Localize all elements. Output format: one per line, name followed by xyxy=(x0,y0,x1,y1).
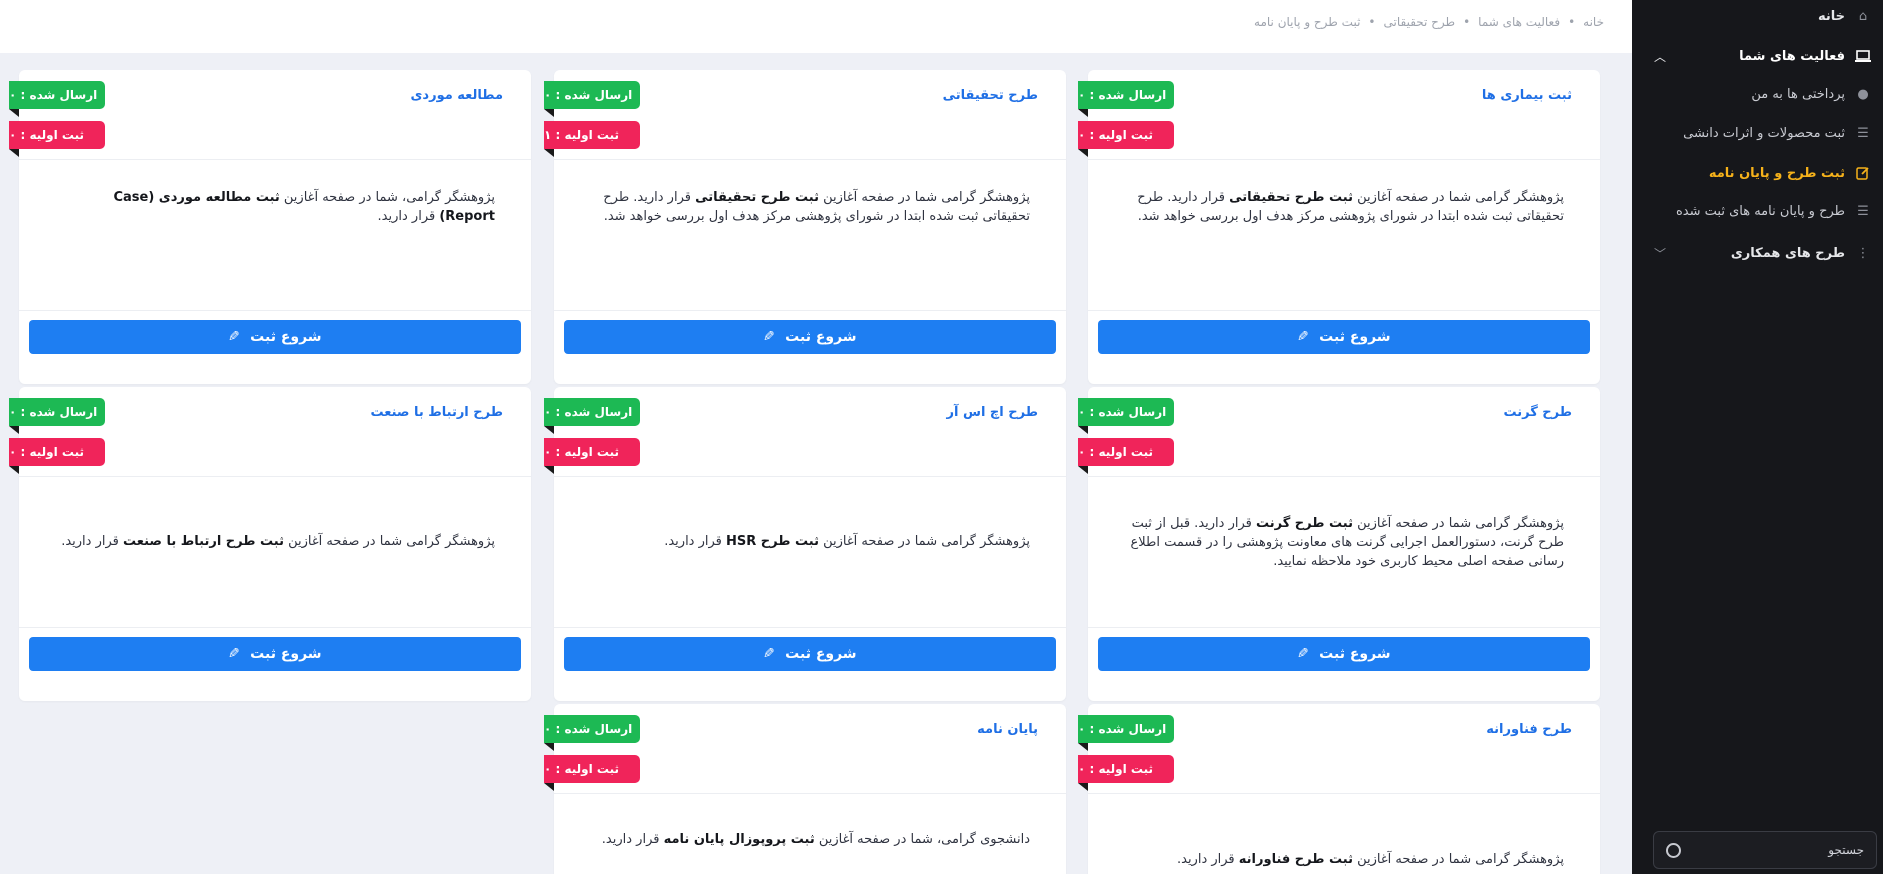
pencil-icon: ✎ xyxy=(228,646,241,662)
start-registration-button[interactable]: شروع ثبت ✎ xyxy=(564,637,1056,671)
search-icon[interactable] xyxy=(1666,842,1681,858)
pencil-icon: ✎ xyxy=(1297,646,1310,662)
card-description: پژوهشگر گرامی شما در صفحه آغازین ثبت طرح… xyxy=(1176,852,1564,867)
breadcrumb-separator: • xyxy=(1463,15,1471,29)
breadcrumb: خانه • فعالیت های شما • طرح تحقیقاتی • ث… xyxy=(1254,15,1604,29)
card-thesis: پایان نامه ارسال شده : ۰ ثبت اولیه : ۰ د… xyxy=(544,704,1066,874)
card-research-plan: طرح تحقیقاتی ارسال شده : ۰ ثبت اولیه : ۱… xyxy=(544,70,1066,384)
card-description: پژوهشگر گرامی شما در صفحه آغازین ثبت طرح… xyxy=(1137,190,1564,224)
card-description: پژوهشگر گرامی شما در صفحه آغازین ثبت طرح… xyxy=(603,190,1030,224)
sent-badge: ارسال شده : ۰ xyxy=(9,398,105,434)
breadcrumb-separator: • xyxy=(1568,15,1576,29)
chevron-up-icon[interactable]: ︿ xyxy=(1654,48,1666,65)
chevron-down-icon[interactable]: ﹀ xyxy=(1654,245,1666,262)
home-icon: ⌂ xyxy=(1858,8,1868,24)
breadcrumb-separator: • xyxy=(1368,15,1376,29)
sent-badge: ارسال شده : ۰ xyxy=(9,81,105,117)
initial-badge: ثبت اولیه : ۰ xyxy=(9,121,105,157)
sidebar-search xyxy=(1653,831,1877,869)
sent-badge: ارسال شده : ۰ xyxy=(1078,715,1174,751)
sidebar-item-payments[interactable]: ● پرداختی ها به من xyxy=(1646,84,1871,104)
start-registration-button[interactable]: شروع ثبت ✎ xyxy=(1098,637,1590,671)
sidebar-home-label: خانه xyxy=(1817,8,1845,24)
card-description: پژوهشگر گرامی شما در صفحه آغازین ثبت طرح… xyxy=(664,534,1030,549)
list-icon: ☰ xyxy=(1857,203,1869,219)
dots-vertical-icon: ⋮ xyxy=(1856,245,1870,261)
card-title: طرح گرنت xyxy=(1503,405,1572,420)
card-footer xyxy=(1088,627,1600,628)
breadcrumb-research[interactable]: طرح تحقیقاتی xyxy=(1384,15,1456,29)
list-icon: ☰ xyxy=(1857,125,1869,141)
initial-badge: ثبت اولیه : ۰ xyxy=(9,438,105,474)
sidebar-item-label: پرداختی ها به من xyxy=(1751,86,1845,102)
sidebar-item-label: طرح و پایان نامه های ثبت شده xyxy=(1675,203,1845,219)
card-description: دانشجوی گرامی، شما در صفحه آغازین ثبت پر… xyxy=(601,832,1030,847)
card-title: طرح ارتباط با صنعت xyxy=(370,405,503,420)
card-hsr-plan: طرح اچ اس آر ارسال شده : ۰ ثبت اولیه : ۰… xyxy=(544,387,1066,701)
breadcrumb-current: ثبت طرح و پایان نامه xyxy=(1254,15,1361,29)
card-title: طرح اچ اس آر xyxy=(946,405,1038,420)
coin-icon: ● xyxy=(1857,86,1869,102)
card-title: طرح فناورانه xyxy=(1486,722,1572,737)
start-registration-button[interactable]: شروع ثبت ✎ xyxy=(1098,320,1590,354)
sent-badge: ارسال شده : ۰ xyxy=(544,398,640,434)
card-title: پایان نامه xyxy=(977,722,1038,737)
card-footer xyxy=(554,627,1066,628)
card-footer xyxy=(19,627,531,628)
sidebar-item-register-plan[interactable]: ثبت طرح و پایان نامه xyxy=(1646,163,1871,183)
sidebar-item-knowledge-products[interactable]: ☰ ثبت محصولات و اثرات دانشی xyxy=(1646,123,1871,143)
card-description: پژوهشگر گرامی شما در صفحه آغازین ثبت طرح… xyxy=(61,534,495,549)
sidebar-section-label: فعالیت های شما xyxy=(1739,48,1845,64)
sidebar-item-label: ثبت طرح و پایان نامه xyxy=(1708,165,1845,181)
sidebar-item-registered-plans[interactable]: ☰ طرح و پایان نامه های ثبت شده xyxy=(1646,201,1871,221)
card-case-report: مطالعه موردی ارسال شده : ۰ ثبت اولیه : ۰… xyxy=(9,70,531,384)
card-grant-plan: طرح گرنت ارسال شده : ۰ ثبت اولیه : ۰ پژو… xyxy=(1078,387,1600,701)
sidebar-item-label: ثبت محصولات و اثرات دانشی xyxy=(1683,125,1845,141)
initial-badge: ثبت اولیه : ۰ xyxy=(1078,438,1174,474)
breadcrumb-home[interactable]: خانه xyxy=(1583,15,1604,29)
sent-badge: ارسال شده : ۰ xyxy=(544,715,640,751)
sent-badge: ارسال شده : ۰ xyxy=(544,81,640,117)
laptop-icon xyxy=(1855,48,1871,64)
card-title: مطالعه موردی xyxy=(410,88,504,103)
sent-badge: ارسال شده : ۰ xyxy=(1078,81,1174,117)
sidebar-item-label: طرح های همکاری xyxy=(1730,245,1845,261)
pencil-icon: ✎ xyxy=(763,329,776,345)
start-registration-button[interactable]: شروع ثبت ✎ xyxy=(29,637,521,671)
pencil-icon: ✎ xyxy=(1297,329,1310,345)
card-description: پژوهشگر گرامی، شما در صفحه آغازین ثبت مط… xyxy=(113,190,495,224)
card-description: پژوهشگر گرامی شما در صفحه آغازین ثبت طرح… xyxy=(1130,516,1564,569)
card-title: ثبت بیماری ها xyxy=(1481,88,1572,103)
card-footer xyxy=(19,310,531,311)
card-title: طرح تحقیقاتی xyxy=(942,88,1038,103)
search-input[interactable] xyxy=(1694,843,1864,857)
card-industry-plan: طرح ارتباط با صنعت ارسال شده : ۰ ثبت اول… xyxy=(9,387,531,701)
sent-badge: ارسال شده : ۰ xyxy=(1078,398,1174,434)
initial-badge: ثبت اولیه : ۰ xyxy=(544,755,640,791)
initial-badge: ثبت اولیه : ۰ xyxy=(1078,755,1174,791)
sidebar-item-collaboration[interactable]: ⋮ طرح های همکاری ﹀ xyxy=(1646,243,1871,263)
pencil-icon: ✎ xyxy=(228,329,241,345)
sidebar-home[interactable]: ⌂ خانه xyxy=(1646,6,1871,26)
card-footer xyxy=(1088,310,1600,311)
sidebar: ⌂ خانه فعالیت های شما ︿ ● پرداختی ها به … xyxy=(1632,0,1883,874)
initial-badge: ثبت اولیه : ۱ xyxy=(544,121,640,157)
card-disease-registry: ثبت بیماری ها ارسال شده : ۰ ثبت اولیه : … xyxy=(1078,70,1600,384)
sidebar-section-activities[interactable]: فعالیت های شما ︿ xyxy=(1646,46,1871,66)
card-footer xyxy=(554,310,1066,311)
breadcrumb-activities[interactable]: فعالیت های شما xyxy=(1478,15,1560,29)
pencil-icon: ✎ xyxy=(763,646,776,662)
edit-icon xyxy=(1855,165,1871,181)
start-registration-button[interactable]: شروع ثبت ✎ xyxy=(564,320,1056,354)
top-header: خانه • فعالیت های شما • طرح تحقیقاتی • ث… xyxy=(0,0,1632,53)
card-technology-plan: طرح فناورانه ارسال شده : ۰ ثبت اولیه : ۰… xyxy=(1078,704,1600,874)
initial-badge: ثبت اولیه : ۰ xyxy=(544,438,640,474)
initial-badge: ثبت اولیه : ۰ xyxy=(1078,121,1174,157)
start-registration-button[interactable]: شروع ثبت ✎ xyxy=(29,320,521,354)
